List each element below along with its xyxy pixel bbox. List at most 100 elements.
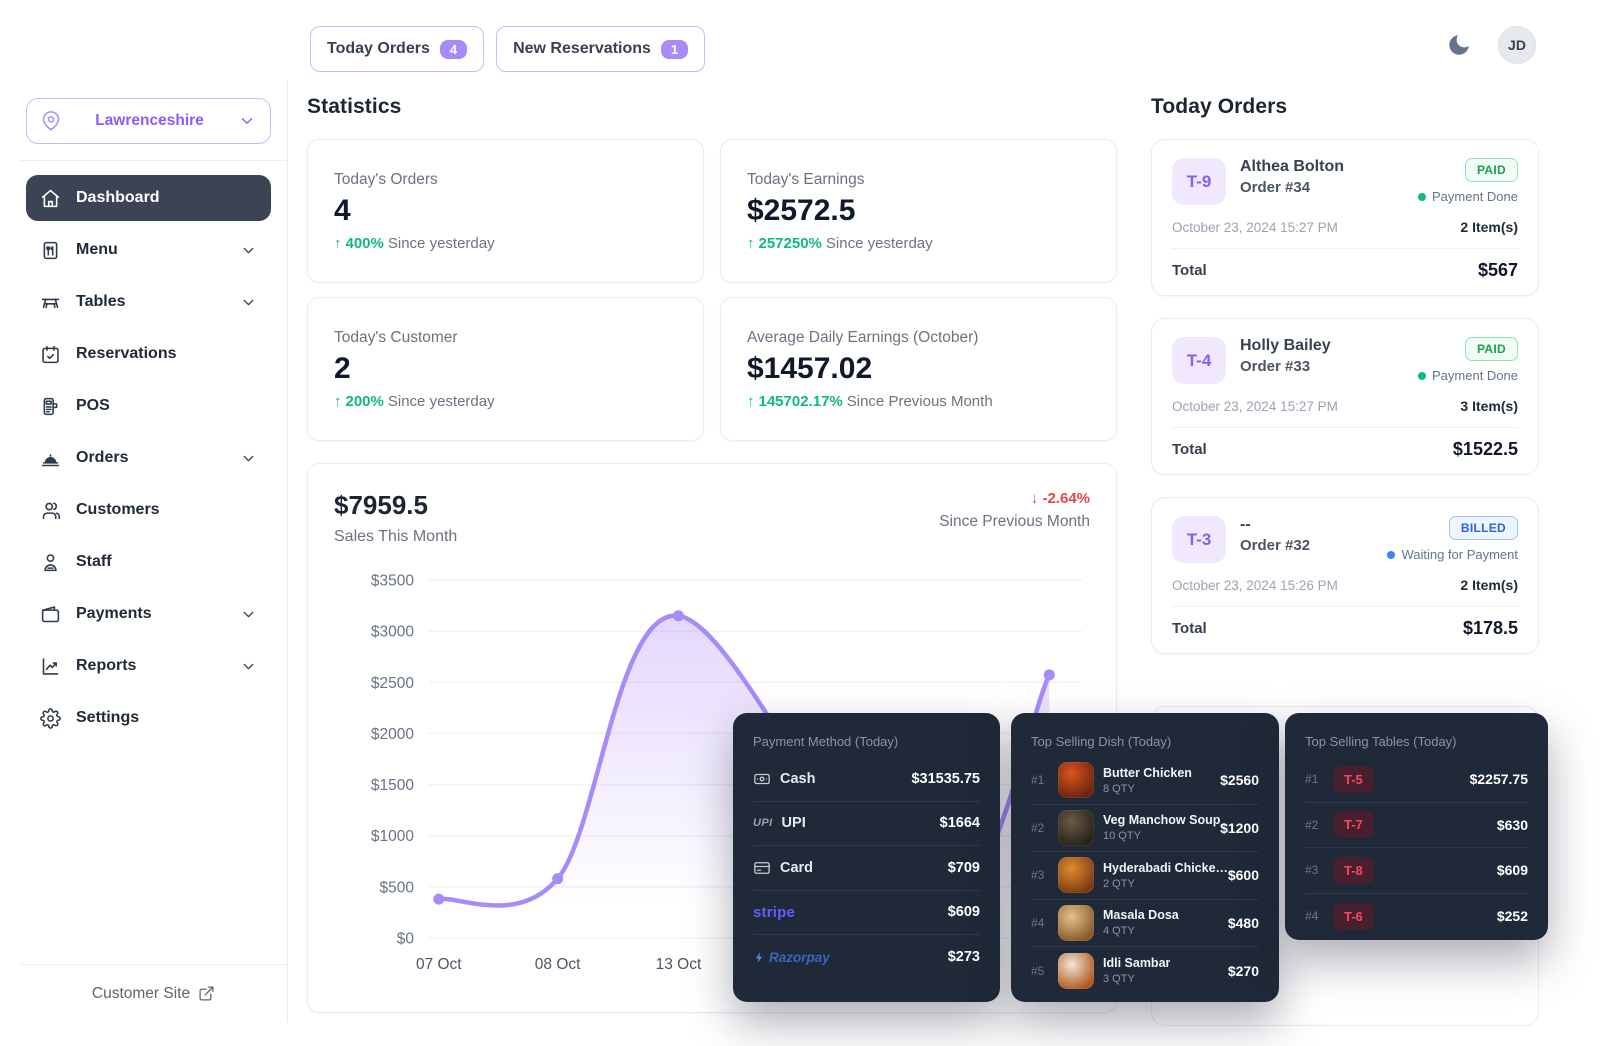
staff-icon bbox=[40, 552, 61, 573]
order-datetime: October 23, 2024 15:26 PM bbox=[1172, 578, 1338, 593]
sales-amount: $7959.5 bbox=[334, 490, 457, 521]
sidebar-item-staff[interactable]: Staff bbox=[26, 539, 271, 585]
dark-mode-toggle[interactable] bbox=[1446, 30, 1476, 60]
sidebar-item-settings[interactable]: Settings bbox=[26, 695, 271, 741]
stat-grid: Today's Orders4↑400% Since yesterdayToda… bbox=[307, 139, 1117, 441]
customer-site-link[interactable]: Customer Site bbox=[20, 964, 287, 1022]
order-number: Order #32 bbox=[1240, 537, 1373, 554]
stat-label: Today's Customer bbox=[334, 329, 677, 347]
dish-info: #2Veg Manchow Soup10 QTY bbox=[1031, 810, 1220, 846]
table-row-t-5: #1T-5$2257.75 bbox=[1305, 757, 1528, 803]
payment-status-dot bbox=[1418, 372, 1426, 380]
dish-rank: #3 bbox=[1031, 868, 1049, 882]
order-number: Order #34 bbox=[1240, 179, 1404, 196]
stat-change: ↑400% Since yesterday bbox=[334, 235, 677, 252]
sidebar-item-reports[interactable]: Reports bbox=[26, 643, 271, 689]
sidebar-item-dashboard[interactable]: Dashboard bbox=[26, 175, 271, 221]
payment-method-value: $273 bbox=[948, 949, 980, 965]
topbar-button-new-reservations[interactable]: New Reservations1 bbox=[496, 26, 705, 72]
table-value: $2257.75 bbox=[1470, 771, 1528, 787]
stat-label: Today's Earnings bbox=[747, 171, 1090, 189]
location-label: Lawrenceshire bbox=[61, 112, 238, 130]
customer-site-label: Customer Site bbox=[92, 985, 190, 1003]
dish-name: Masala Dosa bbox=[1103, 908, 1179, 922]
chevron-down-icon bbox=[238, 112, 256, 130]
stat-change-percent: 257250% bbox=[759, 235, 822, 252]
sidebar-item-label: Customers bbox=[76, 501, 160, 519]
svg-text:$1000: $1000 bbox=[371, 828, 414, 845]
order-meta: October 23, 2024 15:27 PM3 Item(s) bbox=[1172, 398, 1518, 414]
stripe-logo: stripe bbox=[753, 904, 795, 921]
sidebar-item-label: Reports bbox=[76, 657, 136, 675]
sidebar-item-customers[interactable]: Customers bbox=[26, 487, 271, 533]
sidebar-nav: Dashboard Menu Tables Reservations POS Orders… bbox=[26, 175, 271, 741]
dish-text: Veg Manchow Soup10 QTY bbox=[1103, 813, 1220, 842]
total-label: Total bbox=[1172, 441, 1207, 458]
dish-value: $480 bbox=[1228, 915, 1259, 931]
dish-info: #4Masala Dosa4 QTY bbox=[1031, 905, 1179, 941]
payment-method-name: UPI bbox=[782, 815, 806, 831]
order-status: PAIDPayment Done bbox=[1418, 158, 1518, 205]
order-meta: October 23, 2024 15:27 PM2 Item(s) bbox=[1172, 219, 1518, 235]
dish-name: Butter Chicken bbox=[1103, 766, 1192, 780]
dish-name: Veg Manchow Soup bbox=[1103, 813, 1220, 827]
svg-text:$2000: $2000 bbox=[371, 726, 414, 743]
dish-image bbox=[1058, 905, 1094, 941]
cash-icon bbox=[753, 770, 771, 788]
topbar-quick-buttons: Today Orders4 New Reservations1 bbox=[310, 26, 705, 72]
sidebar-item-reservations[interactable]: Reservations bbox=[26, 331, 271, 377]
chevron-down-icon bbox=[240, 242, 257, 259]
top-dishes-title: Top Selling Dish (Today) bbox=[1031, 734, 1259, 749]
order-items-count: 2 Item(s) bbox=[1460, 219, 1518, 235]
avatar[interactable]: JD bbox=[1498, 26, 1536, 64]
order-items-count: 2 Item(s) bbox=[1460, 577, 1518, 593]
stat-change-percent: 400% bbox=[346, 235, 384, 252]
stat-change-period: Since yesterday bbox=[388, 393, 495, 410]
topbar-button-label: Today Orders bbox=[327, 40, 430, 58]
card-icon bbox=[753, 859, 771, 877]
table-badge: T-5 bbox=[1333, 766, 1374, 793]
location-selector[interactable]: Lawrenceshire bbox=[26, 98, 271, 144]
payment-note: Payment Done bbox=[1418, 368, 1518, 383]
payment-note: Waiting for Payment bbox=[1387, 547, 1518, 562]
dish-text: Idli Sambar3 QTY bbox=[1103, 956, 1170, 985]
sidebar-item-tables[interactable]: Tables bbox=[26, 279, 271, 325]
count-badge: 1 bbox=[661, 40, 688, 59]
dish-row-veg-manchow-soup: #2Veg Manchow Soup10 QTY$1200 bbox=[1031, 805, 1259, 853]
stat-change-percent: 145702.17% bbox=[759, 393, 843, 410]
dish-value: $600 bbox=[1228, 867, 1259, 883]
table-badge: T-7 bbox=[1333, 811, 1374, 838]
table-rank: #4 bbox=[1305, 909, 1323, 923]
divider bbox=[1172, 606, 1518, 607]
topbar-button-today-orders[interactable]: Today Orders4 bbox=[310, 26, 484, 72]
order-card-header: T-4Holly BaileyOrder #33PAIDPayment Done bbox=[1172, 337, 1518, 384]
payment-note-text: Payment Done bbox=[1432, 189, 1518, 204]
dish-text: Hyderabadi Chicken Biryani2 QTY bbox=[1103, 861, 1235, 890]
dish-rank: #5 bbox=[1031, 964, 1049, 978]
top-tables-title: Top Selling Tables (Today) bbox=[1305, 734, 1528, 749]
order-card-order-34[interactable]: T-9Althea BoltonOrder #34PAIDPayment Don… bbox=[1151, 139, 1539, 296]
payment-note: Payment Done bbox=[1418, 189, 1518, 204]
order-card-order-33[interactable]: T-4Holly BaileyOrder #33PAIDPayment Done… bbox=[1151, 318, 1539, 475]
svg-text:$2500: $2500 bbox=[371, 675, 414, 692]
sidebar-item-menu[interactable]: Menu bbox=[26, 227, 271, 273]
sidebar-item-orders[interactable]: Orders bbox=[26, 435, 271, 481]
table-badge: T-4 bbox=[1172, 337, 1226, 384]
order-status: PAIDPayment Done bbox=[1418, 337, 1518, 384]
payment-method-title: Payment Method (Today) bbox=[753, 734, 980, 749]
cloche-icon bbox=[40, 448, 61, 469]
payment-method-label: Card bbox=[753, 859, 813, 877]
table-row-t-6: #4T-6$252 bbox=[1305, 894, 1528, 940]
order-card-header: T-9Althea BoltonOrder #34PAIDPayment Don… bbox=[1172, 158, 1518, 205]
order-total-row: Total$567 bbox=[1172, 260, 1518, 281]
order-card-order-32[interactable]: T-3--Order #32BILLEDWaiting for PaymentO… bbox=[1151, 497, 1539, 654]
sidebar-item-pos[interactable]: POS bbox=[26, 383, 271, 429]
payment-method-label: UPIUPI bbox=[753, 815, 806, 831]
razorpay-logo-text: Razorpay bbox=[769, 950, 830, 965]
divider bbox=[1172, 248, 1518, 249]
sidebar-item-payments[interactable]: Payments bbox=[26, 591, 271, 637]
stat-label: Average Daily Earnings (October) bbox=[747, 329, 1090, 347]
payment-method-panel: Payment Method (Today) Cash$31535.75UPIU… bbox=[733, 713, 1000, 1002]
svg-text:13 Oct: 13 Oct bbox=[656, 956, 702, 973]
razorpay-logo: Razorpay bbox=[753, 950, 830, 965]
